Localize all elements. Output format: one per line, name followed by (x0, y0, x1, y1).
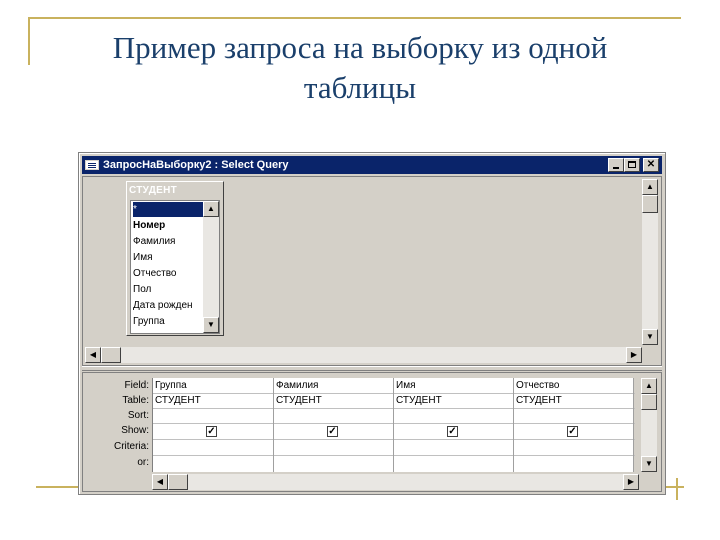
grid-column-divider (513, 378, 514, 472)
scroll-left-button[interactable]: ◀ (152, 474, 168, 490)
slide-title: Пример запроса на выборку из одной табли… (60, 28, 660, 108)
grid-field-cell[interactable]: Группа (155, 378, 187, 393)
slide-accent-line-left (28, 17, 30, 65)
field-list-item[interactable]: Группа (133, 314, 203, 329)
scroll-thumb[interactable] (642, 195, 658, 213)
field-list-item[interactable]: Фамилия (133, 234, 203, 249)
scroll-right-button[interactable]: ▶ (623, 474, 639, 490)
window-title: ЗапросНаВыборку2 : Select Query (103, 159, 289, 171)
pane-splitter[interactable] (82, 366, 662, 371)
show-checkbox[interactable]: ✓ (327, 426, 338, 437)
scroll-down-button[interactable]: ▼ (641, 456, 657, 472)
grid-column-divider (393, 378, 394, 472)
scroll-down-button[interactable]: ▼ (203, 317, 219, 333)
scroll-up-button[interactable]: ▲ (203, 201, 219, 217)
field-list-item[interactable]: Отчество (133, 266, 203, 281)
field-list-item[interactable]: Номер (133, 218, 203, 233)
table-pane-horizontal-scrollbar[interactable]: ◀ ▶ (85, 347, 642, 363)
scroll-up-button[interactable]: ▲ (642, 179, 658, 195)
grid-row-divider (153, 423, 635, 424)
scroll-up-button[interactable]: ▲ (641, 378, 657, 394)
table-pane: СТУДЕНТ * Номер Фамилия Имя Отчество Пол… (82, 176, 662, 366)
grid-row-divider (153, 439, 635, 440)
scroll-thumb[interactable] (168, 474, 188, 490)
slide-accent-line-right (676, 478, 678, 500)
row-label-or: or: (137, 457, 149, 468)
minimize-button[interactable] (608, 158, 624, 172)
field-list-item[interactable]: Дата рожден (133, 298, 203, 313)
field-list-item[interactable]: Имя (133, 250, 203, 265)
design-grid: Группа СТУДЕНТ ✓ Фамилия СТУДЕНТ ✓ Имя С… (152, 378, 635, 472)
table-pane-vertical-scrollbar[interactable]: ▲ ▼ (642, 179, 658, 345)
grid-field-cell[interactable]: Отчество (516, 378, 559, 393)
row-label-field: Field: (124, 380, 149, 391)
select-query-window: ЗапросНаВыборку2 : Select Query ✕ СТУДЕН… (78, 152, 666, 495)
grid-column-divider (633, 378, 634, 472)
slide-title-line-1: Пример запроса на выборку из одной (112, 30, 608, 65)
field-list-table-name[interactable]: СТУДЕНТ (129, 184, 177, 198)
field-list-item-all[interactable]: * (133, 202, 203, 217)
show-checkbox[interactable]: ✓ (206, 426, 217, 437)
scroll-right-button[interactable]: ▶ (626, 347, 642, 363)
scroll-down-button[interactable]: ▼ (642, 329, 658, 345)
close-button[interactable]: ✕ (643, 158, 659, 172)
query-icon[interactable] (85, 160, 99, 170)
grid-table-cell[interactable]: СТУДЕНТ (516, 393, 562, 408)
grid-table-cell[interactable]: СТУДЕНТ (276, 393, 322, 408)
slide-title-line-2: таблицы (303, 70, 417, 105)
show-checkbox[interactable]: ✓ (567, 426, 578, 437)
grid-table-cell[interactable]: СТУДЕНТ (396, 393, 442, 408)
grid-table-cell[interactable]: СТУДЕНТ (155, 393, 201, 408)
grid-vertical-scrollbar[interactable]: ▲ ▼ (641, 378, 657, 472)
row-label-sort: Sort: (127, 410, 149, 421)
scroll-thumb[interactable] (101, 347, 121, 363)
window-title-bar[interactable]: ЗапросНаВыборку2 : Select Query ✕ (82, 156, 662, 174)
field-list-window[interactable]: СТУДЕНТ * Номер Фамилия Имя Отчество Пол… (126, 181, 224, 336)
grid-field-cell[interactable]: Фамилия (276, 378, 318, 393)
scroll-left-button[interactable]: ◀ (85, 347, 101, 363)
maximize-button[interactable] (624, 158, 640, 172)
grid-field-cell[interactable]: Имя (396, 378, 415, 393)
grid-row-divider (153, 393, 635, 394)
design-grid-pane: Field: Table: Sort: Show: Criteria: or: … (82, 372, 662, 492)
grid-horizontal-scrollbar[interactable]: ◀ ▶ (152, 474, 639, 490)
slide-accent-line-top (28, 17, 681, 19)
row-label-table: Table: (122, 395, 149, 406)
grid-row-divider (153, 408, 635, 409)
scroll-thumb[interactable] (641, 394, 657, 410)
grid-column-divider (273, 378, 274, 472)
field-list-box: * Номер Фамилия Имя Отчество Пол Дата ро… (130, 200, 220, 334)
row-label-criteria: Criteria: (113, 441, 149, 452)
field-list-item[interactable]: Пол (133, 282, 203, 297)
show-checkbox[interactable]: ✓ (447, 426, 458, 437)
field-list-scrollbar[interactable]: ▲ ▼ (203, 201, 219, 333)
row-label-show: Show: (121, 425, 149, 436)
grid-row-divider (153, 455, 635, 456)
